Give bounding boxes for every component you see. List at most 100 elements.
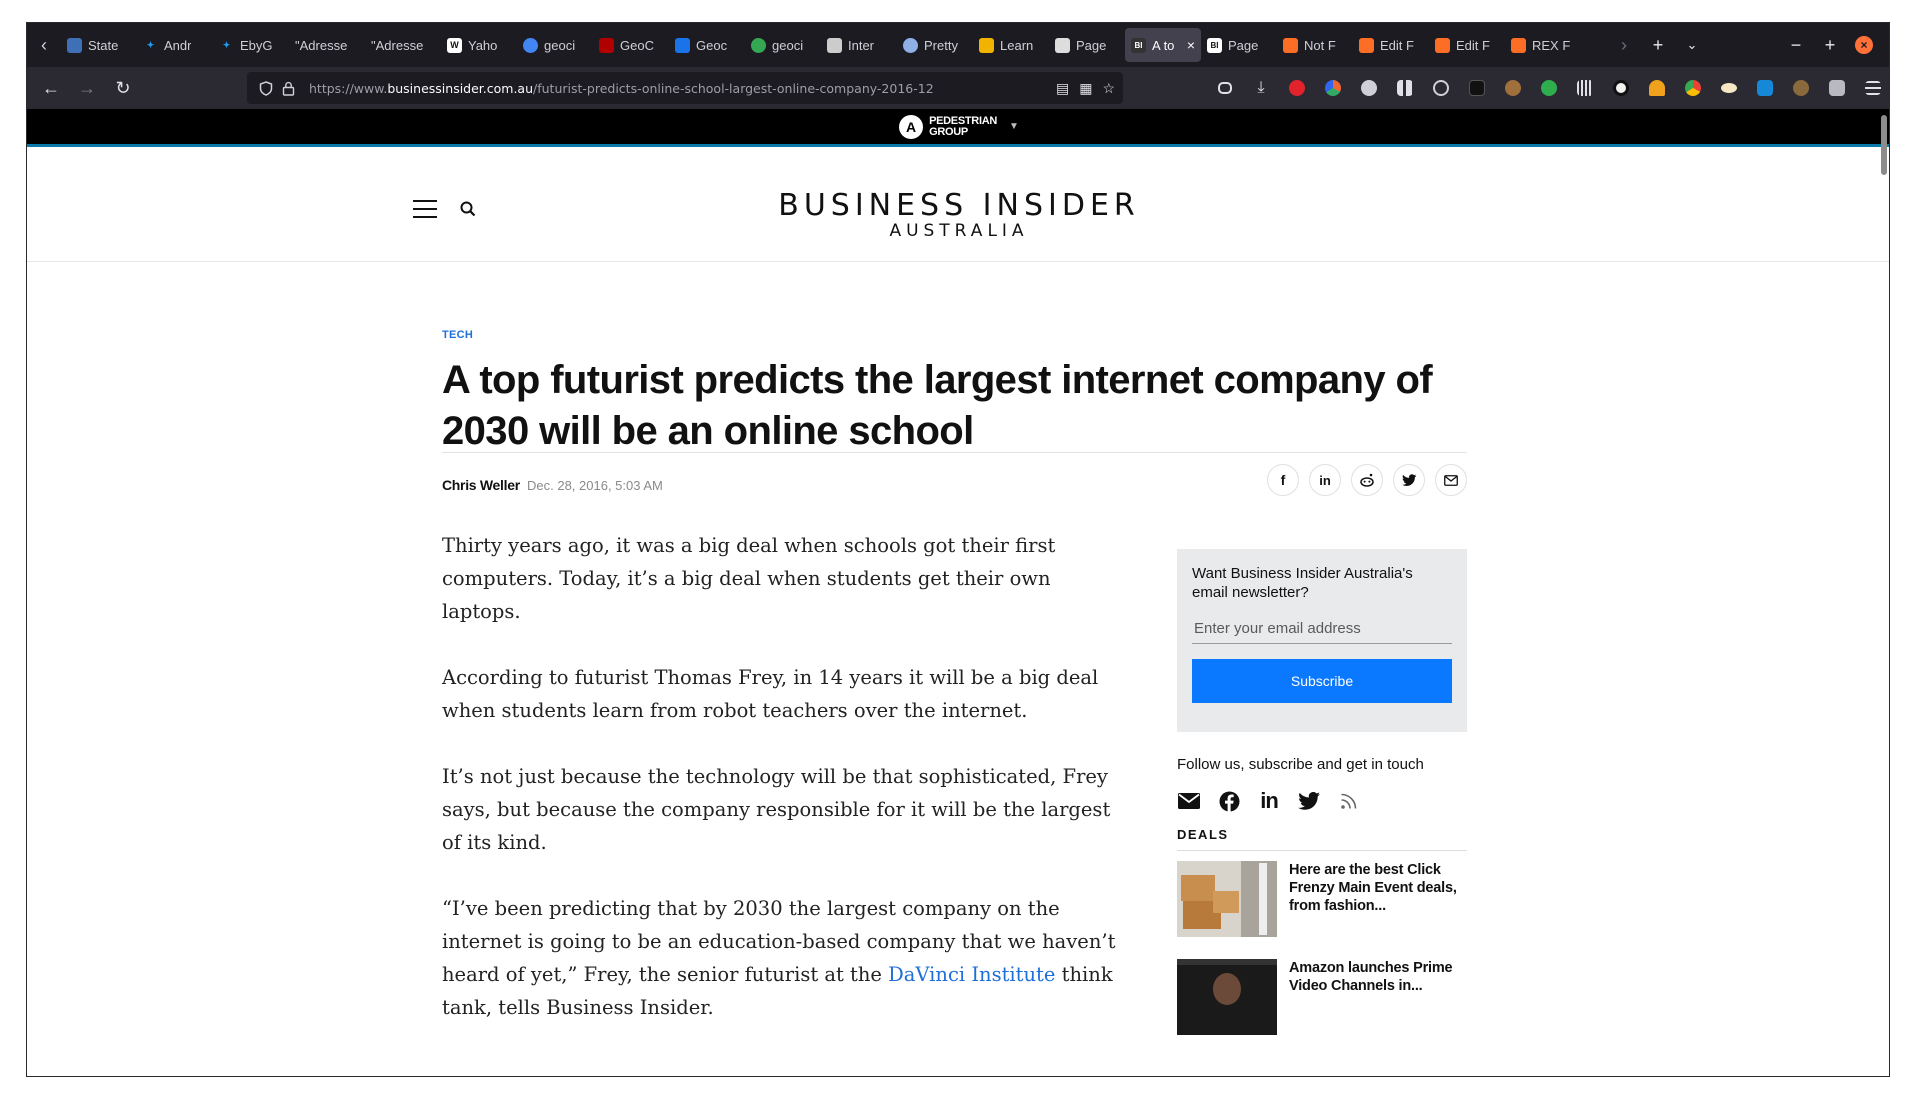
green-extension-icon[interactable]	[1531, 72, 1567, 104]
rss-icon[interactable]	[1337, 789, 1361, 813]
facebook-icon[interactable]	[1217, 789, 1241, 813]
url-text[interactable]: https://www.businessinsider.com.au/futur…	[309, 81, 934, 96]
twitter-icon[interactable]	[1297, 789, 1321, 813]
color-picker-icon[interactable]	[1315, 72, 1351, 104]
forward-button[interactable]: →	[69, 72, 105, 104]
hand-extension-icon[interactable]	[1783, 72, 1819, 104]
lock-icon[interactable]	[277, 81, 299, 96]
group-label: GROUP	[929, 125, 968, 138]
tab-title: State	[88, 37, 119, 53]
browser-tab[interactable]: REX F	[1505, 28, 1581, 62]
subscribe-button[interactable]: Subscribe	[1192, 659, 1452, 703]
chevron-down-icon[interactable]: ▼	[1009, 121, 1019, 132]
browser-tab[interactable]: Inter	[821, 28, 897, 62]
panda-extension-icon[interactable]	[1603, 72, 1639, 104]
tab-title: Yaho	[468, 37, 498, 53]
deal-thumbnail[interactable]	[1177, 861, 1277, 937]
hat-extension-icon[interactable]	[1639, 72, 1675, 104]
browser-tab[interactable]: ✦ Andr	[137, 28, 213, 62]
browser-tab[interactable]: State	[61, 28, 137, 62]
shield-icon[interactable]	[255, 80, 277, 96]
linkedin-icon[interactable]: in	[1257, 788, 1281, 813]
browser-tab[interactable]: Not F	[1277, 28, 1353, 62]
tab-list: State ✦ Andr ✦ EbyG "Adresse "Adresse W Yaho geoc…	[61, 23, 1607, 67]
tab-title: Edit F	[1380, 37, 1414, 53]
linkedin-share-icon[interactable]: in	[1309, 464, 1341, 496]
back-button[interactable]: ←	[33, 72, 69, 104]
reader-view-icon[interactable]: ▤	[1056, 80, 1069, 97]
monkey-extension-icon[interactable]	[1495, 72, 1531, 104]
browser-tab[interactable]: W Yaho	[441, 28, 517, 62]
share-buttons: f in	[1267, 464, 1467, 496]
facebook-share-icon[interactable]: f	[1267, 464, 1299, 496]
tabs-scroll-right-button[interactable]: ›	[1607, 28, 1641, 62]
chrome-extension-icon[interactable]	[1675, 72, 1711, 104]
browser-tab[interactable]: Page	[1049, 28, 1125, 62]
sidebar: Want Business Insider Australia's email …	[1177, 549, 1467, 1035]
reddit-share-icon[interactable]	[1351, 464, 1383, 496]
email-share-icon[interactable]	[1435, 464, 1467, 496]
browser-tab[interactable]: ✦ EbyG	[213, 28, 289, 62]
close-tab-icon[interactable]: ×	[1187, 37, 1195, 53]
close-window-button[interactable]: ×	[1847, 28, 1881, 62]
cube-extension-icon[interactable]	[1819, 72, 1855, 104]
dark-extension-icon[interactable]	[1459, 72, 1495, 104]
tabs-scroll-left-button[interactable]: ‹	[27, 23, 61, 67]
eye-extension-icon[interactable]	[1711, 72, 1747, 104]
pocket-icon[interactable]	[1207, 72, 1243, 104]
pedestrian-group-wordmark[interactable]: PEDESTRIAN GROUP	[929, 115, 997, 138]
browser-tab[interactable]: GeoC	[593, 28, 669, 62]
browser-tab[interactable]: "Adresse	[289, 28, 365, 62]
maximize-button[interactable]: +	[1813, 28, 1847, 62]
browser-tab[interactable]: geoci	[745, 28, 821, 62]
brand-main-text: BUSINESS INSIDER	[778, 188, 1140, 223]
browser-tab[interactable]: Learn	[973, 28, 1049, 62]
feather-extension-icon[interactable]	[1423, 72, 1459, 104]
browser-tab[interactable]: Pretty	[897, 28, 973, 62]
email-icon[interactable]	[1177, 789, 1201, 813]
blue-x-extension-icon[interactable]	[1747, 72, 1783, 104]
twitter-share-icon[interactable]	[1393, 464, 1425, 496]
deal-item[interactable]: Amazon launches Prime Video Channels in.…	[1177, 959, 1467, 1035]
deals-heading: DEALS	[1177, 827, 1467, 851]
app-menu-icon[interactable]	[1855, 72, 1889, 104]
deal-thumbnail[interactable]	[1177, 959, 1277, 1035]
pedestrian-logo-icon[interactable]: A	[899, 114, 924, 139]
adblock-icon[interactable]	[1279, 72, 1315, 104]
site-logo[interactable]: BUSINESS INSIDER AUSTRALIA	[27, 188, 1889, 241]
tab-title: Page	[1076, 37, 1107, 53]
deal-title[interactable]: Amazon launches Prime Video Channels in.…	[1289, 959, 1467, 1035]
browser-tab[interactable]: BI A to ×	[1125, 28, 1201, 62]
barcode-extension-icon[interactable]	[1567, 72, 1603, 104]
reload-button[interactable]: ↻	[105, 72, 141, 104]
page-scrollbar[interactable]	[1881, 115, 1887, 175]
browser-tab[interactable]: BI Page	[1201, 28, 1277, 62]
browser-tab[interactable]: Edit F	[1353, 28, 1429, 62]
tab-strip: ‹ State ✦ Andr ✦ EbyG "Adresse "Adresse W Yaho ge…	[27, 23, 1889, 67]
deal-item[interactable]: Here are the best Click Frenzy Main Even…	[1177, 861, 1467, 937]
davinci-institute-link[interactable]: DaVinci Institute	[888, 963, 1055, 986]
deal-title[interactable]: Here are the best Click Frenzy Main Even…	[1289, 861, 1467, 937]
browser-tab[interactable]: Geoc	[669, 28, 745, 62]
new-tab-button[interactable]: +	[1641, 28, 1675, 62]
minimize-button[interactable]: −	[1779, 28, 1813, 62]
email-input[interactable]	[1192, 616, 1452, 644]
gear-extension-icon[interactable]	[1351, 72, 1387, 104]
tab-title: Inter	[848, 37, 875, 53]
browser-tab[interactable]: "Adresse	[365, 28, 441, 62]
author-link[interactable]: Chris Weller	[442, 477, 520, 493]
qr-code-icon[interactable]: ▦	[1079, 80, 1092, 97]
pedestrian-group-bar: A PEDESTRIAN GROUP ▼	[27, 109, 1889, 147]
article-paragraph: Thirty years ago, it was a big deal when…	[442, 534, 1056, 623]
category-link[interactable]: TECH	[442, 329, 1467, 341]
url-bar[interactable]: https://www.businessinsider.com.au/futur…	[247, 72, 1123, 104]
g-favicon-icon	[675, 37, 690, 53]
browser-tab[interactable]: Edit F	[1429, 28, 1505, 62]
article-paragraph: According to futurist Thomas Frey, in 14…	[442, 666, 1099, 722]
browser-tab[interactable]: geoci	[517, 28, 593, 62]
list-all-tabs-button[interactable]: ⌄	[1675, 28, 1709, 62]
bookmark-star-icon[interactable]: ☆	[1102, 80, 1115, 97]
downloads-icon[interactable]: ⤓	[1243, 72, 1279, 104]
grid-extension-icon[interactable]	[1387, 72, 1423, 104]
